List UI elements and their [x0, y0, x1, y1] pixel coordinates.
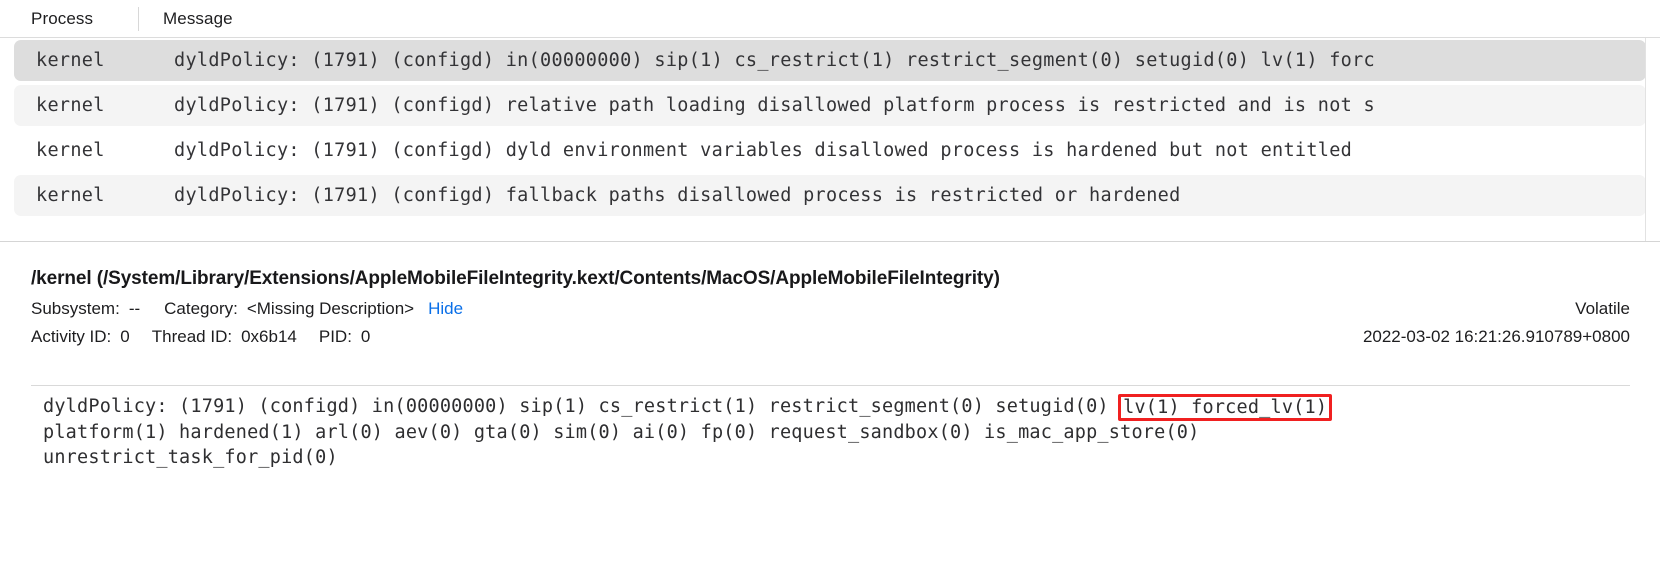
message-body-line-1-text: dyldPolicy: (1791) (configd) in(00000000… — [43, 396, 1121, 417]
message-body-line-3: unrestrict_task_for_pid(0) — [43, 447, 338, 468]
log-viewer-window: Process Message kernel dyldPolicy: (1791… — [0, 0, 1660, 586]
category-label: Category: — [164, 299, 238, 318]
detail-divider — [31, 385, 1630, 386]
log-rows-list: kernel dyldPolicy: (1791) (configd) in(0… — [0, 38, 1660, 242]
thread-id-label: Thread ID: — [151, 327, 233, 346]
table-row[interactable]: kernel dyldPolicy: (1791) (configd) dyld… — [0, 128, 1660, 173]
row-message-cell: dyldPolicy: (1791) (configd) in(00000000… — [174, 50, 1375, 71]
subsystem-value: -- — [128, 299, 141, 318]
category-value: <Missing Description> — [246, 299, 415, 318]
row-process-cell: kernel — [36, 50, 105, 71]
activity-id-value: 0 — [120, 327, 130, 346]
pid-value: 0 — [360, 327, 371, 346]
table-row[interactable]: kernel dyldPolicy: (1791) (configd) fall… — [0, 173, 1660, 218]
table-row[interactable]: kernel dyldPolicy: (1791) (configd) in(0… — [0, 38, 1660, 83]
row-message-cell: dyldPolicy: (1791) (configd) relative pa… — [174, 95, 1375, 116]
message-body-line-1: dyldPolicy: (1791) (configd) in(00000000… — [43, 393, 1630, 421]
pid-label: PID: — [318, 327, 352, 346]
column-header-process[interactable]: Process — [0, 9, 138, 29]
row-message-cell: dyldPolicy: (1791) (configd) dyld enviro… — [174, 140, 1353, 161]
table-column-header: Process Message — [0, 0, 1660, 38]
message-body: dyldPolicy: (1791) (configd) in(00000000… — [31, 393, 1630, 470]
thread-id-value: 0x6b14 — [241, 327, 297, 346]
scrollbar-thumb[interactable] — [1650, 38, 1657, 60]
activity-id-label: Activity ID: — [31, 327, 112, 346]
detail-meta-row-2: Activity ID: 0 Thread ID: 0x6b14 PID: 0 … — [31, 327, 1630, 347]
volatile-label: Volatile — [1575, 299, 1630, 318]
hide-link[interactable]: Hide — [428, 299, 463, 319]
vertical-scrollbar[interactable] — [1645, 38, 1660, 241]
detail-title: /kernel (/System/Library/Extensions/Appl… — [31, 268, 1000, 289]
row-process-cell: kernel — [36, 185, 105, 206]
row-message-cell: dyldPolicy: (1791) (configd) fallback pa… — [174, 185, 1181, 206]
message-body-line-2: platform(1) hardened(1) arl(0) aev(0) gt… — [43, 422, 1200, 443]
row-process-cell: kernel — [36, 95, 105, 116]
timestamp: 2022-03-02 16:21:26.910789+0800 — [1362, 327, 1630, 346]
log-detail-pane: /kernel (/System/Library/Extensions/Appl… — [0, 242, 1660, 586]
highlight-box-lv-flags: lv(1) forced_lv(1) — [1118, 394, 1333, 421]
subsystem-label: Subsystem: — [31, 299, 120, 318]
column-header-message[interactable]: Message — [139, 9, 233, 29]
detail-meta-row-1: Subsystem: -- Category: <Missing Descrip… — [31, 299, 1630, 319]
row-process-cell: kernel — [36, 140, 105, 161]
table-row[interactable]: kernel dyldPolicy: (1791) (configd) rela… — [0, 83, 1660, 128]
